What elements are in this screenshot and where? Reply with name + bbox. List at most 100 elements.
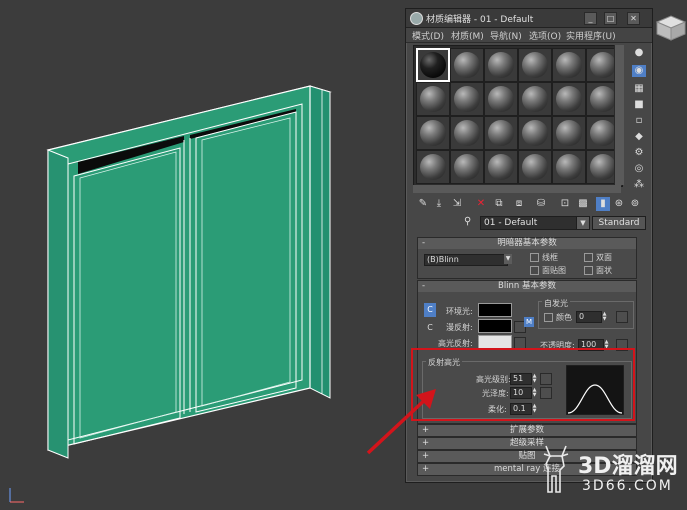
sample-slot[interactable] [518,150,552,184]
shader-dropdown-icon[interactable]: ▼ [504,254,512,264]
menu-material[interactable]: 材质(M) [451,29,484,42]
two-sided-label: 双面 [596,253,612,262]
make-copy-icon[interactable]: ⧉ [492,197,506,211]
lock-map-button[interactable]: M [524,317,534,327]
sample-type-icon[interactable]: ● [632,47,646,59]
diffuse-specular-lock-button[interactable]: C [424,321,436,335]
door-model[interactable] [0,0,400,510]
sample-slot[interactable] [416,82,450,116]
sample-slot[interactable] [450,48,484,82]
self-illum-title: 自发光 [542,298,570,309]
pick-material-icon[interactable]: ⚲ [464,216,471,227]
slot-horizontal-scrollbar[interactable] [413,185,621,193]
menu-bar: 模式(D) 材质(M) 导航(N) 选项(O) 实用程序(U) [406,28,652,43]
material-name-dropdown[interactable]: ▼ [576,216,590,230]
select-by-material-icon[interactable]: ◎ [632,163,646,175]
go-to-parent-icon[interactable]: ⊛ [612,197,626,211]
perspective-viewport[interactable] [0,0,400,510]
sample-slot[interactable] [450,150,484,184]
self-illum-map-button[interactable] [616,311,628,323]
sample-slot[interactable] [484,150,518,184]
faceted-label: 面状 [596,266,612,275]
show-end-result-icon[interactable]: ▮ [596,197,610,211]
sample-slot[interactable] [552,116,586,150]
face-map-label: 面贴图 [542,266,566,275]
sample-slot[interactable] [416,48,450,82]
sample-slot[interactable] [450,116,484,150]
wire-label: 线框 [542,253,558,262]
self-illum-color-label: 颜色 [556,313,572,322]
sample-slots [413,45,623,187]
title-bar[interactable]: 材质编辑器 - 01 - Default _ □ ✕ [406,9,652,28]
sample-slot[interactable] [484,116,518,150]
go-forward-to-sibling-icon[interactable]: ⊚ [628,197,642,211]
menu-mode[interactable]: 模式(D) [412,29,444,42]
make-unique-icon[interactable]: ⧈ [512,197,526,211]
rollout-header[interactable]: - 明暗器基本参数 [418,238,636,249]
options-icon[interactable]: ⚙ [632,147,646,159]
annotation-highlight-box [411,348,635,421]
watermark-text: 3D溜溜网 [578,454,678,479]
deer-logo-icon [543,445,569,493]
minimize-button[interactable]: _ [584,12,597,25]
diffuse-label: 漫反射: [446,323,473,332]
ambient-label: 环境光: [446,307,473,316]
close-button[interactable]: ✕ [627,12,640,25]
sample-slot[interactable] [552,82,586,116]
shader-type-select[interactable]: (B)Blinn [424,254,508,266]
background-icon[interactable]: ▦ [632,83,646,95]
ambient-diffuse-lock-button[interactable]: C [424,303,436,317]
material-type-button[interactable]: Standard [592,216,646,230]
wire-checkbox[interactable] [530,253,539,262]
specular-color-swatch[interactable] [478,335,512,349]
sample-slot[interactable] [552,150,586,184]
menu-navigation[interactable]: 导航(N) [490,29,522,42]
sample-slot[interactable] [518,48,552,82]
video-color-check-icon[interactable]: ▫ [632,115,646,127]
put-to-library-icon[interactable]: ⛁ [534,197,548,211]
sample-slot[interactable] [416,116,450,150]
self-illum-input[interactable]: 0 [576,311,602,323]
self-illum-color-checkbox[interactable] [544,313,553,322]
material-id-channel-icon[interactable]: ⊡ [558,197,572,211]
material-toolbar: ✎ ⤓ ⇲ ✕ ⧉ ⧈ ⛁ ⊡ ▩ ▮ ⊛ ⊚ [414,197,646,213]
window-title: 材质编辑器 - 01 - Default [426,15,534,25]
sample-slot[interactable] [484,48,518,82]
material-map-navigator-icon[interactable]: ⁂ [632,179,646,191]
menu-options[interactable]: 选项(O) [529,29,561,42]
self-illum-spinner[interactable]: ▲ ▼ [602,312,607,322]
sample-slot[interactable] [450,82,484,116]
sample-slot[interactable] [552,48,586,82]
get-material-icon[interactable]: ✎ [416,197,430,211]
menu-utilities[interactable]: 实用程序(U) [566,29,616,42]
diffuse-color-swatch[interactable] [478,319,512,333]
show-map-in-viewport-icon[interactable]: ▩ [576,197,590,211]
put-to-scene-icon[interactable]: ⤓ [432,197,446,211]
assign-to-selection-icon[interactable]: ⇲ [450,197,464,211]
app-logo-icon [410,12,423,25]
watermark-url: 3D66.COM [582,478,673,494]
make-preview-icon[interactable]: ◆ [632,131,646,143]
sample-slot[interactable] [484,82,518,116]
axis-gizmo [9,488,24,503]
extended-params-rollout[interactable]: + 扩展参数 [417,424,637,437]
rollout-header[interactable]: - Blinn 基本参数 [418,281,636,292]
backlight-icon[interactable]: ◉ [632,65,646,77]
maximize-button[interactable]: □ [604,12,617,25]
face-map-checkbox[interactable] [530,266,539,275]
faceted-checkbox[interactable] [584,266,593,275]
reset-map-icon[interactable]: ✕ [474,197,488,211]
material-name-row: ⚲ 01 - Default ▼ Standard [414,216,646,230]
sample-slot[interactable] [518,82,552,116]
sample-uv-tiling-icon[interactable]: ■ [632,99,646,111]
ambient-color-swatch[interactable] [478,303,512,317]
sample-slot[interactable] [518,116,552,150]
two-sided-checkbox[interactable] [584,253,593,262]
material-name-field[interactable]: 01 - Default [480,216,585,230]
sample-slot[interactable] [416,150,450,184]
watermark: 3D溜溜网 3D66.COM [538,440,686,502]
shader-basic-params-rollout: - 明暗器基本参数 (B)Blinn ▼ 线框 双面 面贴图 面状 [417,237,637,279]
viewcube[interactable] [655,12,687,42]
slot-vertical-scrollbar[interactable] [614,45,624,185]
annotation-arrow [366,389,436,455]
